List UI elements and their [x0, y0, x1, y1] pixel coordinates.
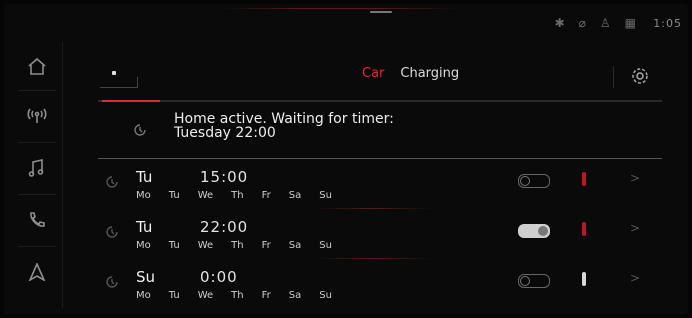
weekday: Sa — [288, 240, 302, 251]
home-status-text: Home active. Waiting for timer: Tuesday … — [174, 112, 394, 140]
weekday: Sa — [288, 190, 302, 201]
toggle-knob — [520, 176, 530, 186]
radio-icon — [27, 108, 47, 123]
bluetooth-icon: ✱ — [554, 16, 565, 30]
top-glow — [220, 8, 460, 9]
active-indicator — [102, 100, 160, 102]
chevron-right-icon[interactable]: > — [630, 171, 640, 185]
home-icon — [28, 57, 46, 75]
timer-time: 0:00 — [200, 268, 238, 286]
sidebar-separator — [18, 90, 56, 91]
weekday: We — [197, 190, 214, 201]
toggle-knob — [520, 276, 530, 286]
signal-icon: ▦ — [624, 16, 636, 30]
timer-day: Su — [136, 268, 156, 286]
weekday: Su — [319, 290, 332, 301]
divider — [613, 66, 614, 88]
sidebar-separator — [18, 194, 56, 195]
sidebar — [12, 42, 63, 308]
home-status-line2: Tuesday 22:00 — [174, 125, 276, 141]
weekday: We — [197, 290, 214, 301]
timer-toggle[interactable] — [518, 224, 550, 238]
toggle-knob — [538, 226, 548, 236]
row-divider — [314, 258, 434, 259]
clock: 1:05 — [653, 17, 682, 30]
sidebar-item-home[interactable] — [12, 44, 62, 88]
tab-charging[interactable]: Charging — [400, 66, 459, 81]
weekday: Mo — [136, 190, 151, 201]
music-icon — [28, 159, 44, 177]
tab-bar: Car Charging — [362, 66, 459, 81]
timer-icon — [106, 176, 118, 188]
back-button[interactable] — [100, 65, 138, 88]
timer-row[interactable]: Tu 15:00 Mo Tu We Th Fr Sa Su > — [104, 164, 668, 214]
timer-time: 15:00 — [200, 168, 249, 186]
home-status-bar: Home active. Waiting for timer: Tuesday … — [98, 100, 662, 159]
thermometer-icon — [582, 222, 586, 236]
weekday: Mo — [136, 290, 151, 301]
sidebar-item-music[interactable] — [12, 146, 62, 190]
timer-toggle[interactable] — [518, 274, 550, 288]
weekday: Tu — [168, 240, 180, 251]
thermometer-icon — [582, 272, 586, 286]
weekday: Th — [231, 290, 244, 301]
weekday-list: Mo Tu We Th Fr Sa Su — [136, 290, 350, 301]
weekday: Fr — [261, 240, 271, 251]
chevron-right-icon[interactable]: > — [630, 271, 640, 285]
tab-car[interactable]: Car — [362, 66, 384, 81]
sidebar-separator — [18, 246, 56, 247]
weekday: Th — [231, 240, 244, 251]
screen: ✱ ⌀ ♙ ▦ 1:05 Car Charging Home active. W… — [0, 0, 692, 318]
weekday: We — [197, 240, 214, 251]
timer-row[interactable]: Su 0:00 Mo Tu We Th Fr Sa Su > — [104, 264, 668, 314]
timer-icon — [134, 124, 146, 136]
status-bar: ✱ ⌀ ♙ ▦ 1:05 — [0, 8, 692, 34]
timer-row[interactable]: Tu 22:00 Mo Tu We Th Fr Sa Su > — [104, 214, 668, 264]
chevron-right-icon[interactable]: > — [630, 221, 640, 235]
row-divider — [314, 208, 434, 209]
thermometer-icon — [582, 172, 586, 186]
sidebar-item-navigation[interactable] — [12, 250, 62, 294]
home-status-line1: Home active. Waiting for timer: — [174, 111, 394, 127]
weekday: Sa — [288, 290, 302, 301]
weekday: Mo — [136, 240, 151, 251]
sidebar-separator — [18, 142, 56, 143]
timer-icon — [106, 276, 118, 288]
status-icons: ✱ ⌀ ♙ ▦ — [555, 16, 636, 30]
weekday: Fr — [261, 290, 271, 301]
weekday: Fr — [261, 190, 271, 201]
sidebar-item-radio[interactable] — [12, 94, 62, 138]
settings-button[interactable] — [628, 64, 652, 88]
drag-handle[interactable] — [370, 11, 392, 13]
gear-icon — [632, 68, 648, 84]
timer-day: Tu — [136, 218, 153, 236]
weekday: Su — [319, 190, 332, 201]
timer-toggle[interactable] — [518, 174, 550, 188]
weekday: Su — [319, 240, 332, 251]
weekday-list: Mo Tu We Th Fr Sa Su — [136, 190, 350, 201]
weekday-list: Mo Tu We Th Fr Sa Su — [136, 240, 350, 251]
navigation-icon — [28, 263, 46, 281]
timer-day: Tu — [136, 168, 153, 186]
timer-time: 22:00 — [200, 218, 249, 236]
weekday: Tu — [168, 290, 180, 301]
weekday: Tu — [168, 190, 180, 201]
phone-icon — [30, 212, 45, 227]
timer-icon — [106, 226, 118, 238]
weekday: Th — [231, 190, 244, 201]
sidebar-item-phone[interactable] — [12, 198, 62, 242]
mute-icon: ⌀ — [578, 16, 586, 30]
main-content: Car Charging Home active. Waiting for ti… — [88, 56, 662, 308]
seatbelt-icon: ♙ — [599, 16, 611, 30]
